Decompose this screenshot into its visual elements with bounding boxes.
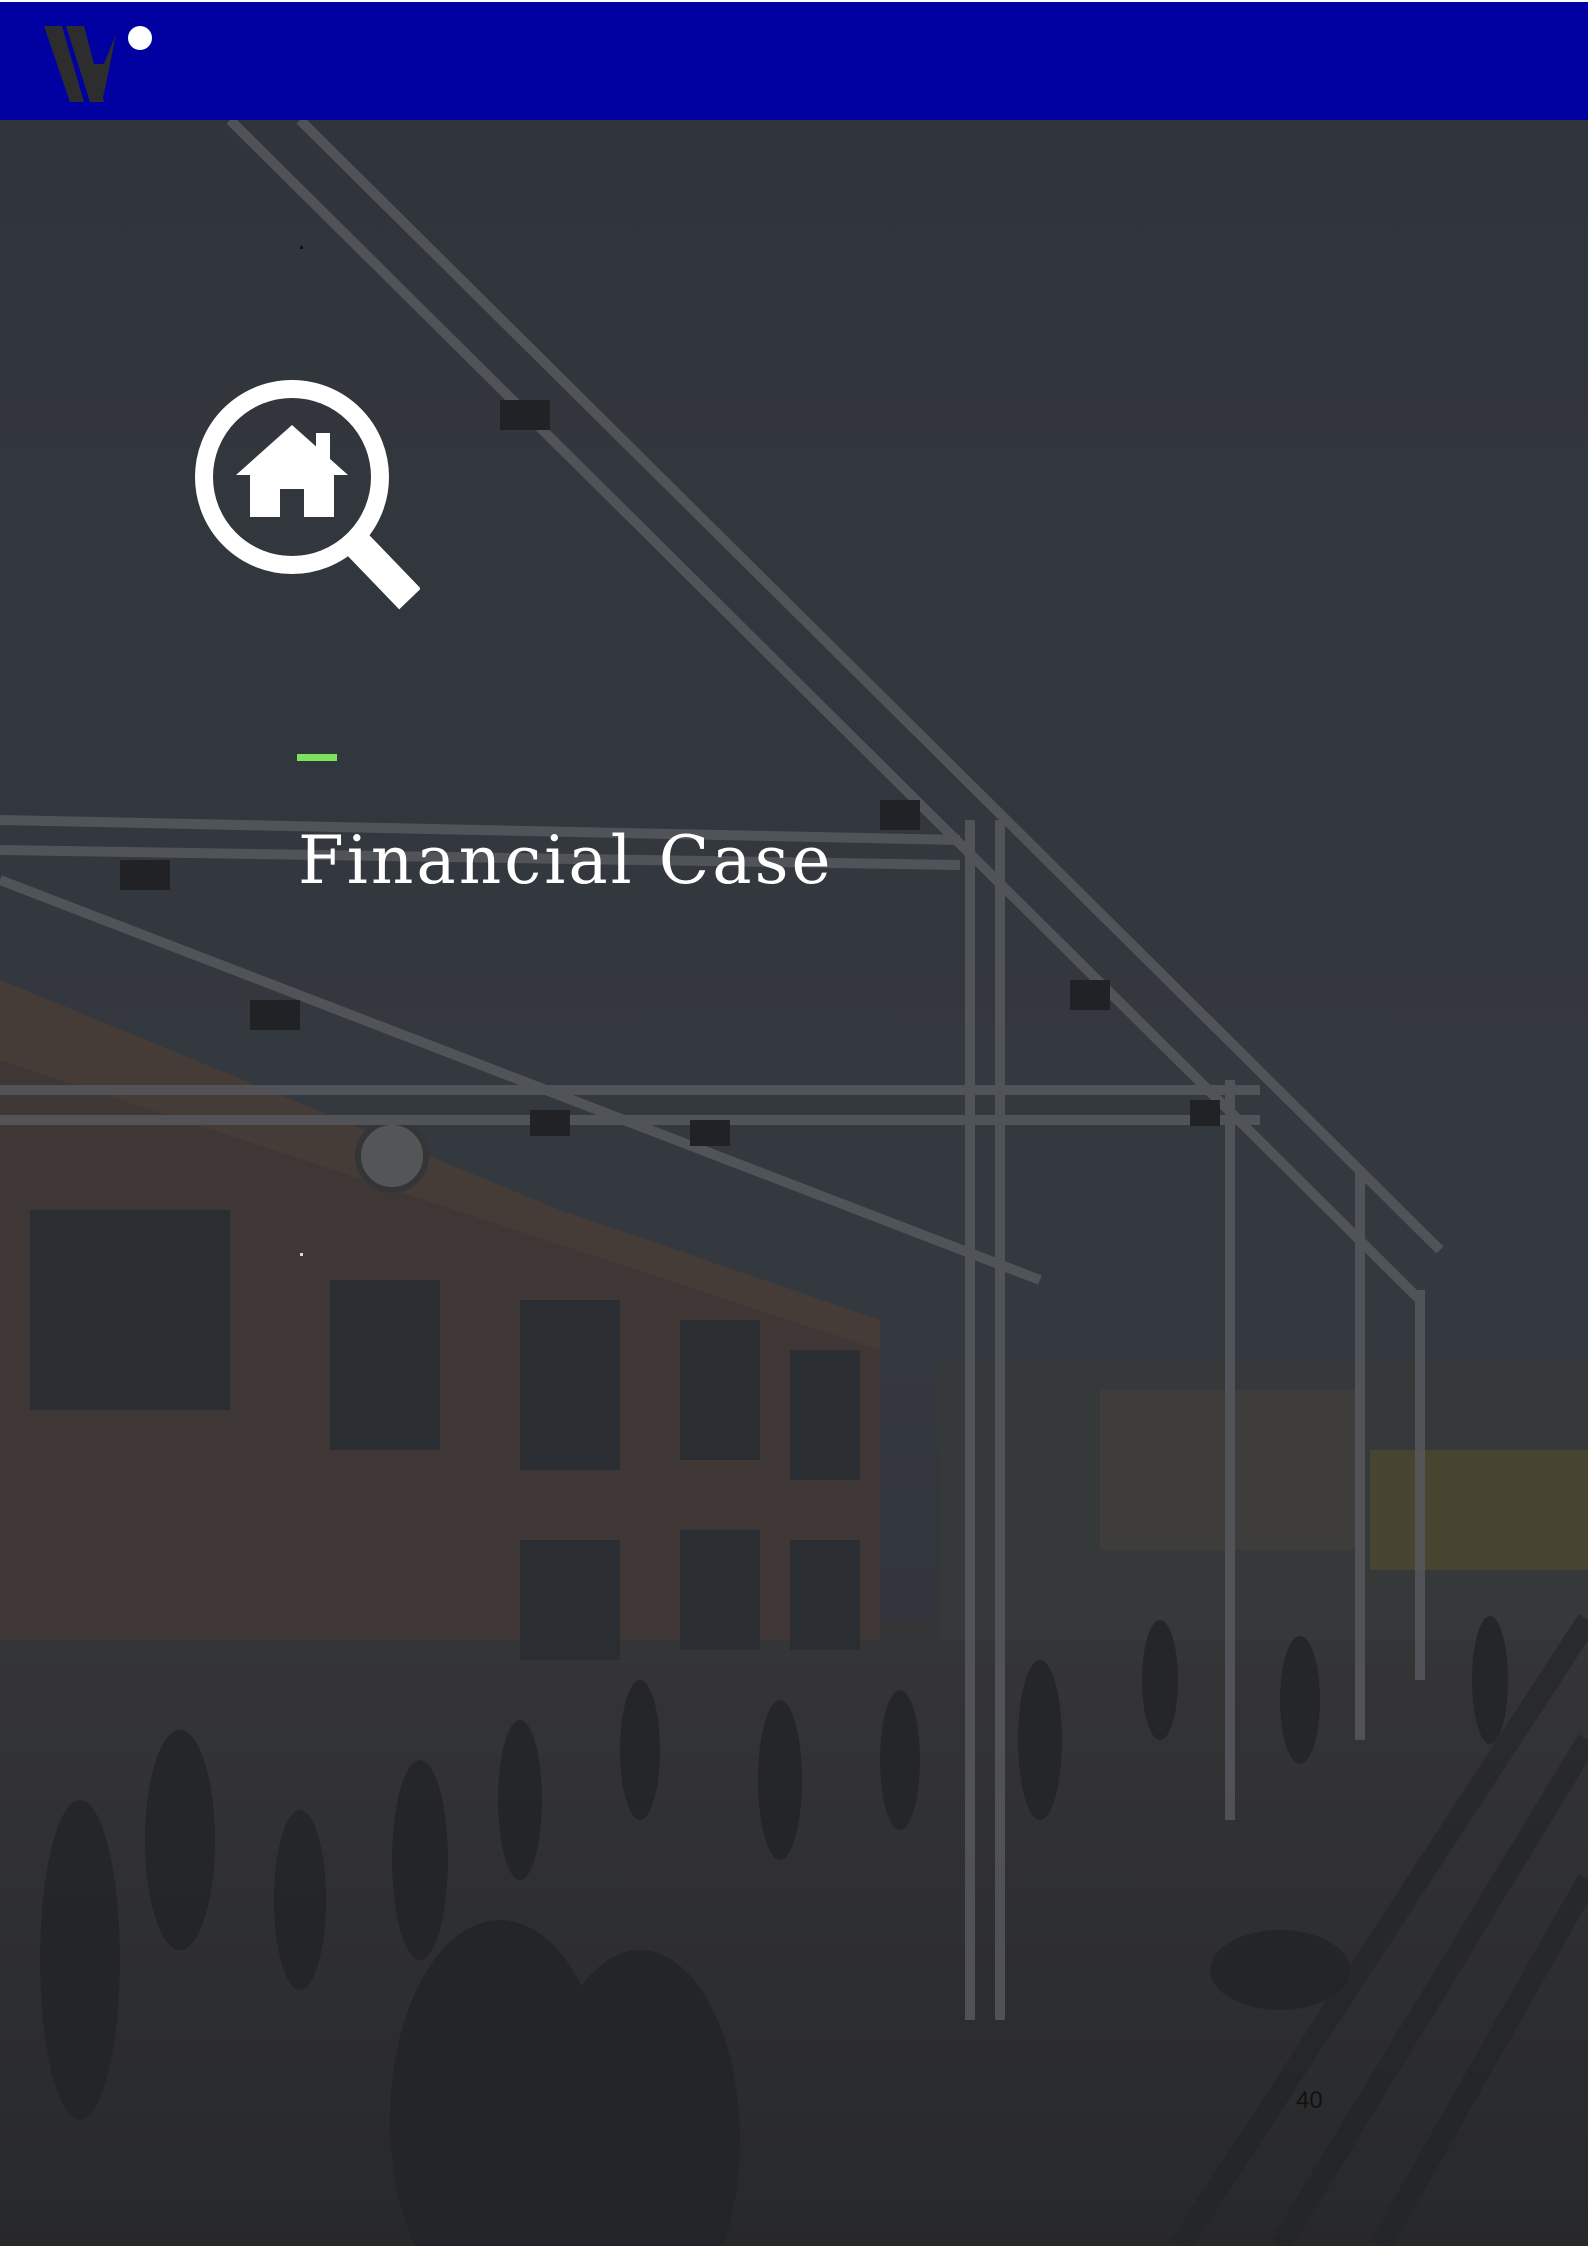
page-number: 40 bbox=[1296, 2087, 1323, 2114]
w-dot-logo-icon bbox=[44, 26, 152, 102]
section-title: Financial Case bbox=[298, 822, 834, 899]
house-search-icon bbox=[195, 380, 420, 610]
report-page: Financial Case 40 bbox=[0, 0, 1588, 2246]
stray-mark bbox=[300, 246, 303, 249]
header-bar bbox=[0, 0, 1588, 120]
accent-dash bbox=[297, 754, 337, 761]
stray-mark bbox=[300, 1253, 303, 1256]
